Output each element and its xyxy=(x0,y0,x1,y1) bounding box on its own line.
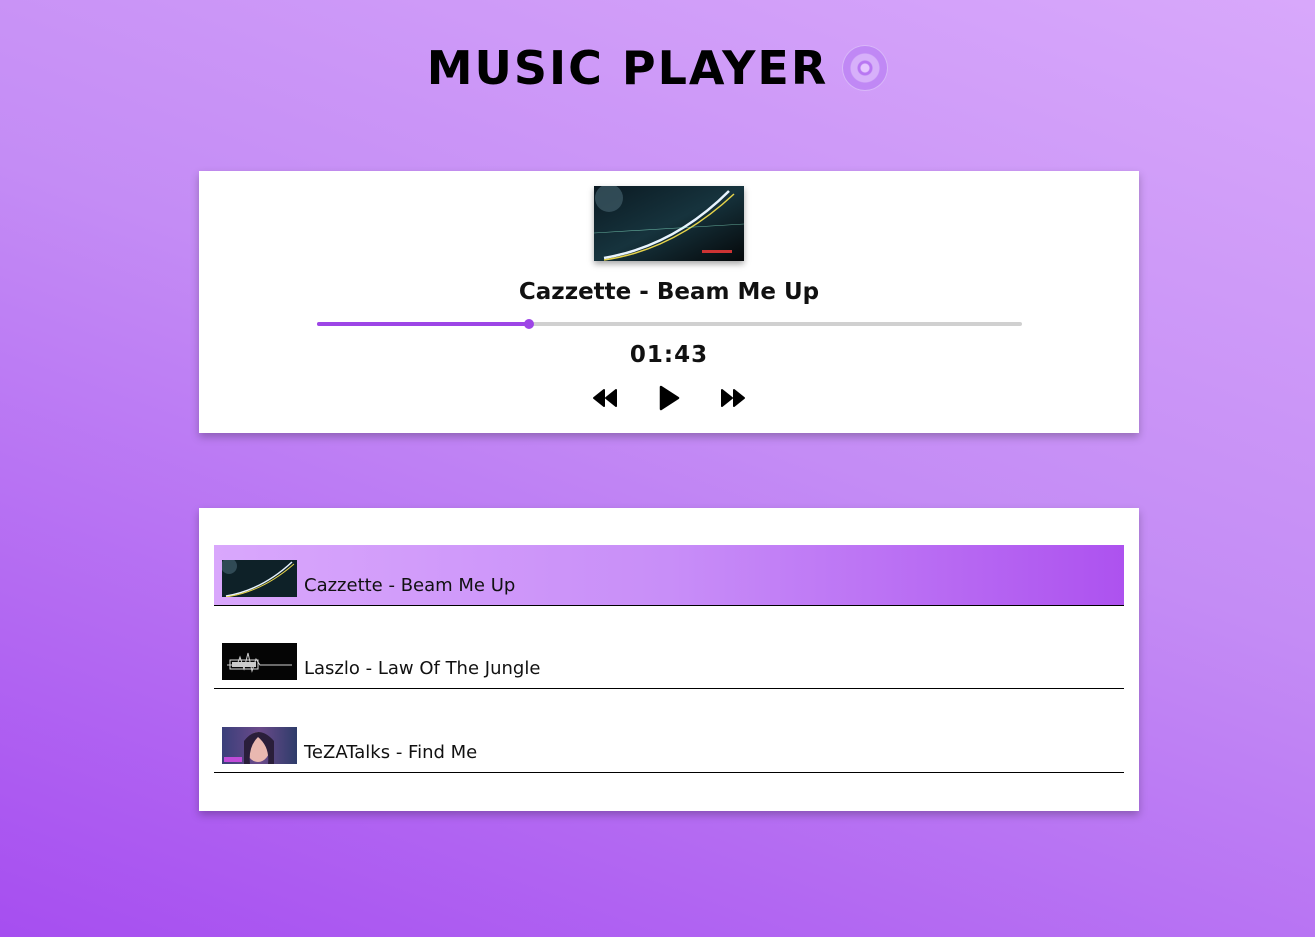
app-title: MUSIC PLAYER xyxy=(426,41,829,95)
rewind-icon xyxy=(593,389,617,407)
track-thumbnail xyxy=(222,643,297,680)
track-thumbnail xyxy=(222,727,297,764)
previous-button[interactable] xyxy=(591,384,619,412)
current-time: 01:43 xyxy=(629,342,709,368)
next-button[interactable] xyxy=(719,384,747,412)
track-thumbnail xyxy=(222,560,297,597)
playlist-card: Cazzette - Beam Me Up Laszlo - Law Of Th… xyxy=(199,508,1139,811)
track-title: Cazzette - Beam Me Up xyxy=(304,575,516,596)
play-button[interactable] xyxy=(655,384,683,412)
fast-forward-icon xyxy=(721,389,745,407)
track-title: Laszlo - Law Of The Jungle xyxy=(304,658,541,679)
playback-controls xyxy=(199,383,1139,413)
app-header: MUSIC PLAYER xyxy=(0,38,1315,98)
track-title: TeZATalks - Find Me xyxy=(304,742,478,763)
progress-bar[interactable] xyxy=(317,319,1022,329)
playlist-item[interactable]: Cazzette - Beam Me Up xyxy=(214,545,1124,606)
player-card: Cazzette - Beam Me Up 01:43 xyxy=(199,171,1139,433)
disc-icon xyxy=(842,45,889,91)
progress-fill xyxy=(317,322,529,326)
playlist-item[interactable]: TeZATalks - Find Me xyxy=(214,712,1124,773)
album-cover xyxy=(594,186,744,261)
play-icon xyxy=(659,385,680,411)
playlist-item[interactable]: Laszlo - Law Of The Jungle xyxy=(214,628,1124,689)
progress-handle[interactable] xyxy=(523,319,534,329)
current-song-title: Cazzette - Beam Me Up xyxy=(518,279,820,305)
